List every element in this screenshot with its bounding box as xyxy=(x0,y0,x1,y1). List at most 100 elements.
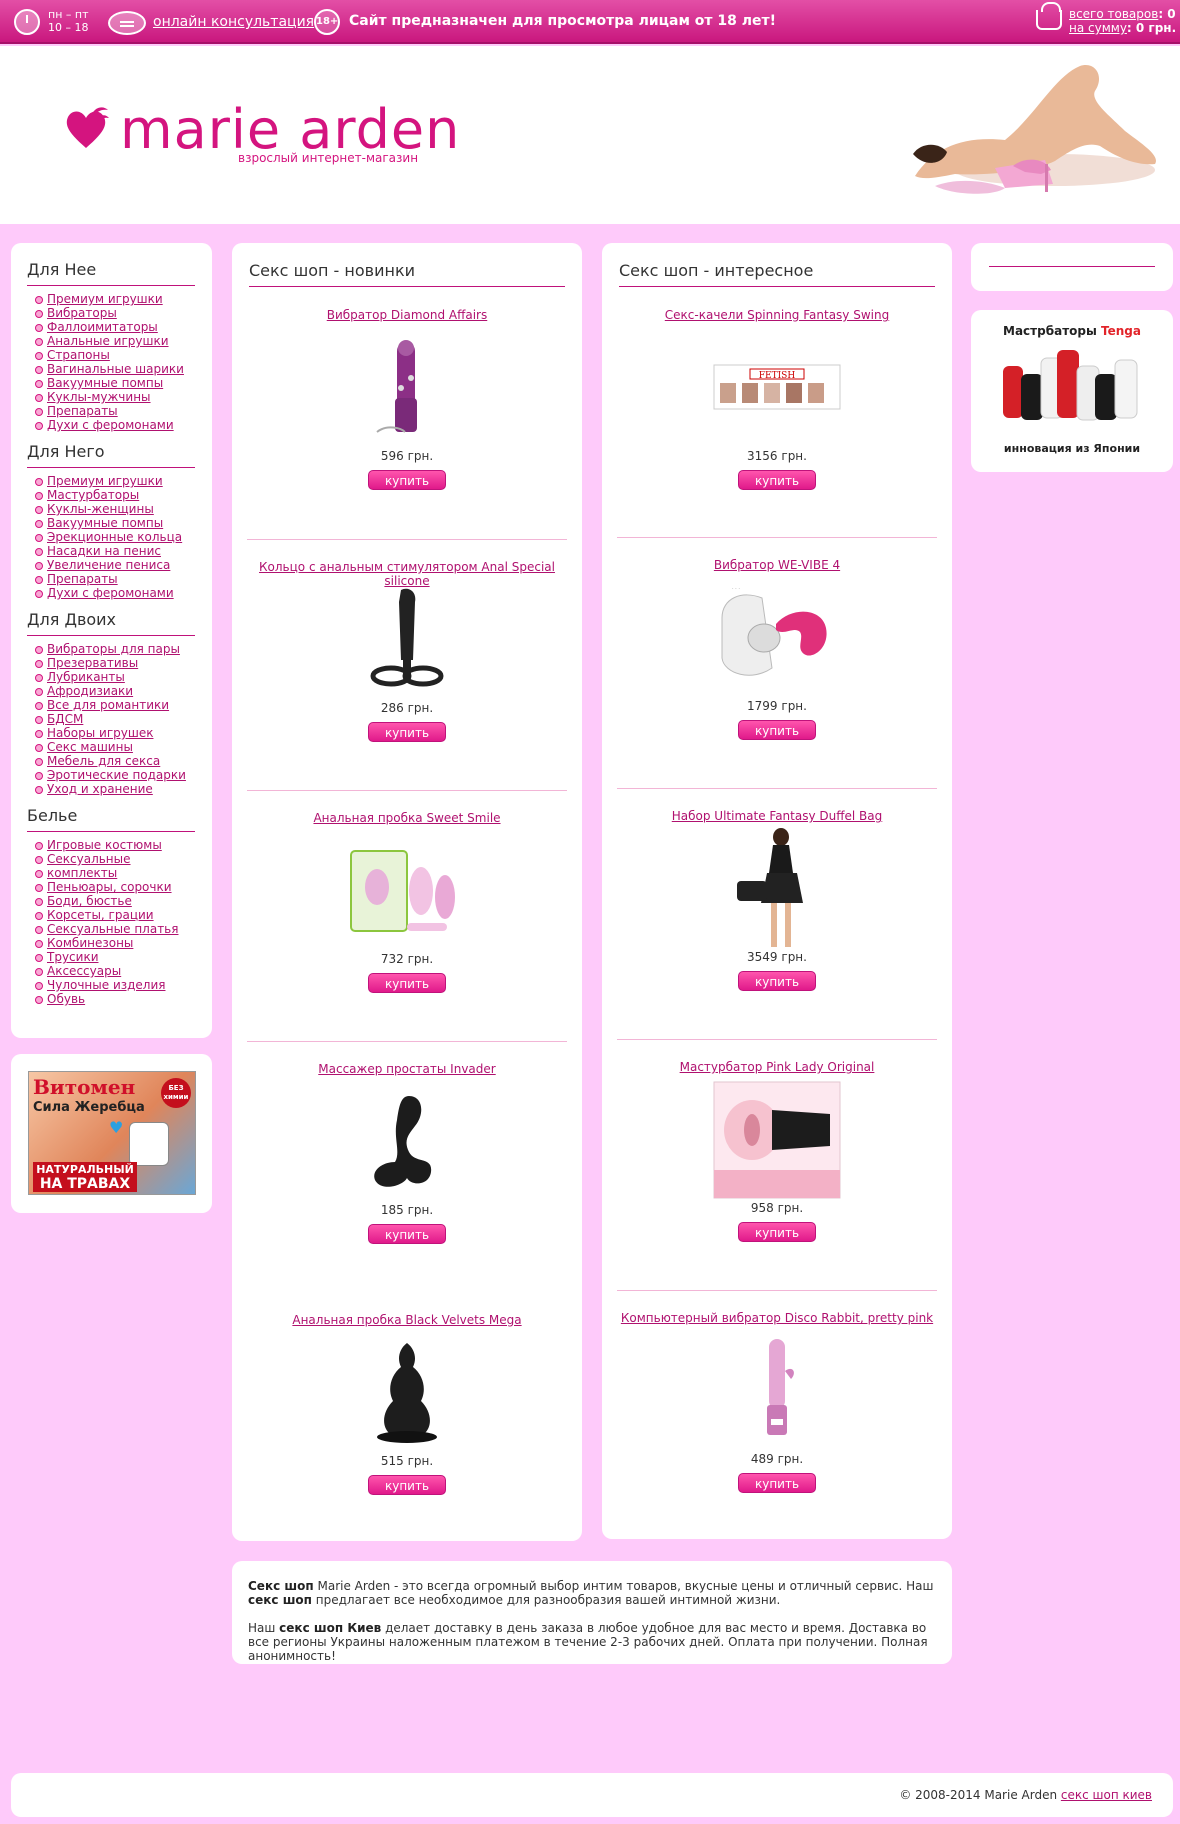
category-link[interactable]: Эротические подарки xyxy=(47,768,186,782)
category-item[interactable]: Вакуумные помпы xyxy=(27,516,212,530)
buy-button[interactable]: купить xyxy=(738,971,816,991)
category-item[interactable]: Страпоны xyxy=(27,348,212,362)
category-link[interactable]: Духи с феромонами xyxy=(47,418,174,432)
product-name-link[interactable]: Набор Ultimate Fantasy Duffel Bag xyxy=(617,809,937,823)
category-link[interactable]: Трусики xyxy=(47,950,99,964)
category-item[interactable]: Куклы-женщины xyxy=(27,502,212,516)
category-link[interactable]: Все для романтики xyxy=(47,698,169,712)
category-item[interactable]: Комбинезоны xyxy=(27,936,212,950)
category-link[interactable]: Фаллоимитаторы xyxy=(47,320,158,334)
product-image[interactable] xyxy=(712,1080,842,1200)
category-item[interactable]: Чулочные изделия xyxy=(27,978,212,992)
category-link[interactable]: Страпоны xyxy=(47,348,110,362)
category-link[interactable]: Пеньюары, сорочки xyxy=(47,880,172,894)
category-link[interactable]: Премиум игрушки xyxy=(47,474,163,488)
category-item[interactable]: Куклы-мужчины xyxy=(27,390,212,404)
category-link[interactable]: Боди, бюстье xyxy=(47,894,132,908)
category-item[interactable]: Препараты xyxy=(27,404,212,418)
product-image[interactable] xyxy=(357,580,457,700)
cart-items-link[interactable]: всего товаров xyxy=(1069,7,1158,21)
category-item[interactable]: Эрекционные кольца xyxy=(27,530,212,544)
product-image[interactable]: · · · xyxy=(712,578,842,698)
category-item[interactable]: Трусики xyxy=(27,950,212,964)
category-link[interactable]: Лубриканты xyxy=(47,670,125,684)
product-image[interactable] xyxy=(727,827,827,953)
category-link[interactable]: Сексуальные xyxy=(47,852,131,866)
buy-button[interactable]: купить xyxy=(738,1473,816,1493)
product-image[interactable] xyxy=(357,1333,457,1453)
category-link[interactable]: Аксессуары xyxy=(47,964,121,978)
category-item[interactable]: Обувь xyxy=(27,992,212,1006)
product-name-link[interactable]: Массажер простаты Invader xyxy=(247,1062,567,1076)
category-link[interactable]: Анальные игрушки xyxy=(47,334,169,348)
product-name-link[interactable]: Мастурбатор Pink Lady Original xyxy=(617,1060,937,1074)
buy-button[interactable]: купить xyxy=(738,720,816,740)
category-link[interactable]: Духи с феромонами xyxy=(47,586,174,600)
category-item[interactable]: Корсеты, грации xyxy=(27,908,212,922)
category-item[interactable]: Игровые костюмы xyxy=(27,838,212,852)
category-item[interactable]: Насадки на пенис xyxy=(27,544,212,558)
category-link[interactable]: Вакуумные помпы xyxy=(47,376,163,390)
tenga-banner-box[interactable]: Мастрбаторы Tenga инновация из Японии xyxy=(971,310,1173,472)
category-link[interactable]: комплекты xyxy=(47,866,117,880)
category-link[interactable]: Насадки на пенис xyxy=(47,544,161,558)
category-link[interactable]: Мебель для секса xyxy=(47,754,160,768)
buy-button[interactable]: купить xyxy=(368,1475,446,1495)
category-link[interactable]: Комбинезоны xyxy=(47,936,133,950)
cart-sum-link[interactable]: на сумму xyxy=(1069,21,1127,35)
category-item[interactable]: Афродизиаки xyxy=(27,684,212,698)
category-item[interactable]: Вагинальные шарики xyxy=(27,362,212,376)
category-link[interactable]: Вибраторы xyxy=(47,306,117,320)
category-item[interactable]: Презервативы xyxy=(27,656,212,670)
product-image[interactable] xyxy=(347,831,467,951)
product-image[interactable] xyxy=(357,1082,457,1202)
category-link[interactable]: Эрекционные кольца xyxy=(47,530,182,544)
category-link[interactable]: Вакуумные помпы xyxy=(47,516,163,530)
product-name-link[interactable]: Секс-качели Spinning Fantasy Swing xyxy=(617,308,937,322)
category-item[interactable]: Мастурбаторы xyxy=(27,488,212,502)
category-link[interactable]: Вагинальные шарики xyxy=(47,362,184,376)
category-link[interactable]: Обувь xyxy=(47,992,85,1006)
category-link[interactable]: Вибраторы для пары xyxy=(47,642,180,656)
category-link[interactable]: Куклы-женщины xyxy=(47,502,154,516)
category-link[interactable]: Афродизиаки xyxy=(47,684,133,698)
category-link[interactable]: Препараты xyxy=(47,404,118,418)
category-item[interactable]: Премиум игрушки xyxy=(27,474,212,488)
category-link[interactable]: Уход и хранение xyxy=(47,782,153,796)
category-item[interactable]: Мебель для секса xyxy=(27,754,212,768)
vitomen-banner[interactable]: Витомен Сила Жеребца БЕЗ химии ♥ НАТУРАЛ… xyxy=(28,1071,196,1195)
category-link[interactable]: Наборы игрушек xyxy=(47,726,153,740)
category-item[interactable]: Вибраторы для пары xyxy=(27,642,212,656)
category-item[interactable]: Все для романтики xyxy=(27,698,212,712)
buy-button[interactable]: купить xyxy=(738,1222,816,1242)
category-link[interactable]: Куклы-мужчины xyxy=(47,390,151,404)
category-item[interactable]: Уход и хранение xyxy=(27,782,212,796)
footer-link[interactable]: секс шоп киев xyxy=(1061,1788,1152,1802)
category-item[interactable]: Вакуумные помпы xyxy=(27,376,212,390)
product-name-link[interactable]: Компьютерный вибратор Disco Rabbit, pret… xyxy=(617,1311,937,1325)
category-link[interactable]: БДСМ xyxy=(47,712,83,726)
category-link[interactable]: Секс машины xyxy=(47,740,133,754)
logo-heart-icon[interactable] xyxy=(62,104,110,152)
category-item[interactable]: Наборы игрушек xyxy=(27,726,212,740)
category-link[interactable]: Презервативы xyxy=(47,656,138,670)
product-image[interactable] xyxy=(727,1331,827,1451)
product-image[interactable]: FETISH xyxy=(712,363,842,413)
category-link[interactable]: Чулочные изделия xyxy=(47,978,166,992)
buy-button[interactable]: купить xyxy=(368,470,446,490)
buy-button[interactable]: купить xyxy=(368,973,446,993)
category-link[interactable]: Мастурбаторы xyxy=(47,488,139,502)
product-image[interactable] xyxy=(357,328,457,448)
category-link[interactable]: Увеличение пениса xyxy=(47,558,170,572)
category-link[interactable]: Игровые костюмы xyxy=(47,838,162,852)
product-name-link[interactable]: Анальная пробка Black Velvets Mega xyxy=(247,1313,567,1327)
category-item[interactable]: БДСМ xyxy=(27,712,212,726)
category-link[interactable]: Корсеты, грации xyxy=(47,908,154,922)
buy-button[interactable]: купить xyxy=(368,1224,446,1244)
buy-button[interactable]: купить xyxy=(368,722,446,742)
online-consultation-link[interactable]: онлайн консультация xyxy=(153,14,314,30)
category-item[interactable]: Увеличение пениса xyxy=(27,558,212,572)
category-link[interactable]: Сексуальные платья xyxy=(47,922,178,936)
category-item[interactable]: Сексуальные платья xyxy=(27,922,212,936)
category-item[interactable]: Духи с феромонами xyxy=(27,586,212,600)
